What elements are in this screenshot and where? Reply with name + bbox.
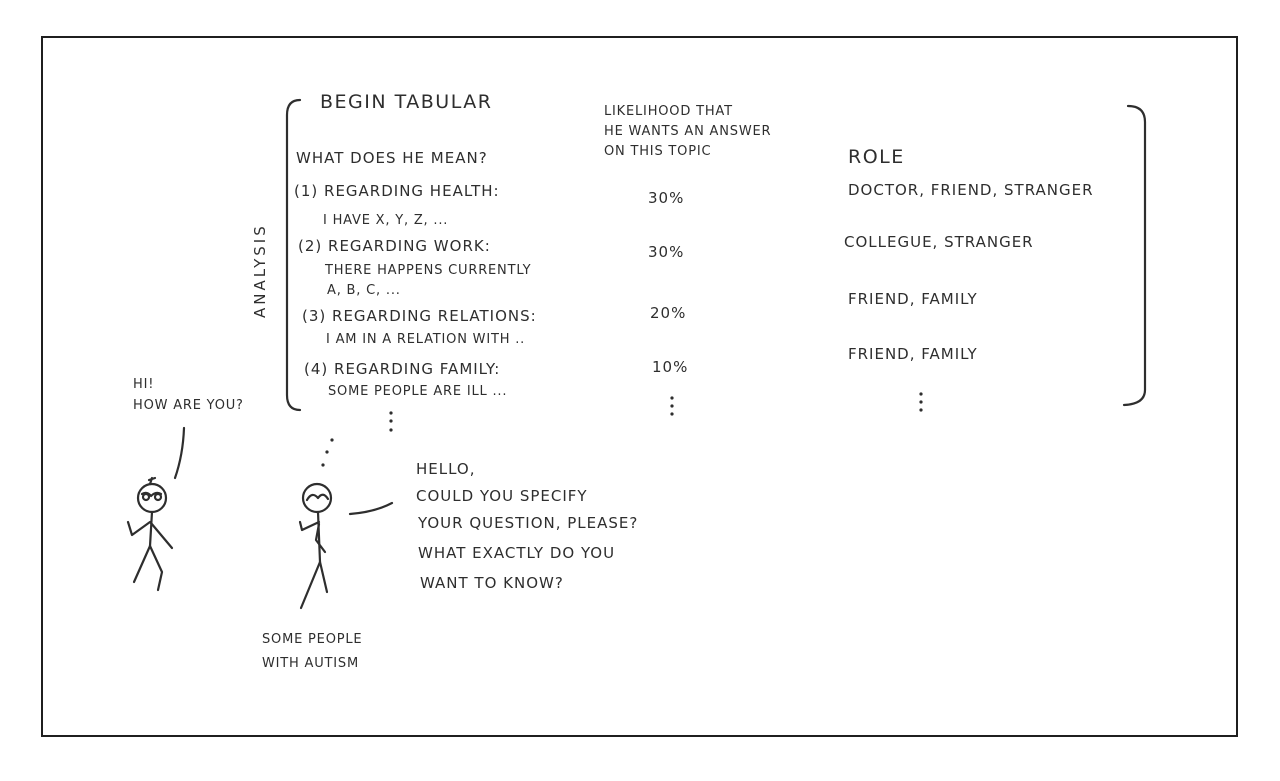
topic-work-detail-2: A, B, C, ...: [327, 283, 401, 298]
likelihood-health: 30%: [648, 189, 685, 207]
analysis-side-label: ANALYSIS: [251, 223, 269, 318]
begin-tabular-label: BEGIN TABULAR: [320, 91, 493, 113]
roles-relations: FRIEND, FAMILY: [848, 290, 978, 308]
left-stick-figure: [126, 426, 186, 592]
right-speech-line-1: HELLO,: [416, 460, 476, 478]
likelihood-header-line-1: LIKELIHOOD THAT: [604, 104, 733, 119]
right-speech-line-2: COULD YOU SPECIFY: [416, 487, 588, 505]
right-speech-line-5: WANT TO KNOW?: [420, 574, 564, 592]
likelihood-header-line-2: HE WANTS AN ANSWER: [604, 124, 772, 139]
caption-line-2: WITH AUTISM: [262, 656, 359, 671]
topic-relations-detail: I AM IN A RELATION WITH ..: [326, 332, 526, 347]
right-speech-line-4: WHAT EXACTLY DO YOU: [418, 544, 616, 562]
left-speech-line-2: HOW ARE YOU?: [133, 398, 244, 413]
likelihood-relations: 20%: [650, 304, 687, 322]
topic-work-detail: THERE HAPPENS CURRENTLY: [325, 263, 532, 278]
topic-family-detail: SOME PEOPLE ARE ILL ...: [328, 384, 508, 399]
right-speech-line-3: YOUR QUESTION, PLEASE?: [418, 514, 639, 532]
topic-work: (2) REGARDING WORK:: [298, 237, 491, 255]
question-header: WHAT DOES HE MEAN?: [296, 149, 488, 167]
right-brace: [1122, 104, 1147, 407]
caption-line-1: SOME PEOPLE: [262, 632, 363, 647]
roles-health: DOCTOR, FRIEND, STRANGER: [848, 181, 1094, 199]
topic-relations: (3) REGARDING RELATIONS:: [302, 307, 537, 325]
right-stick-figure: [298, 482, 394, 610]
roles-family: FRIEND, FAMILY: [848, 345, 978, 363]
likelihood-family: 10%: [652, 358, 689, 376]
topic-health: (1) REGARDING HEALTH:: [294, 182, 500, 200]
likelihood-work: 30%: [648, 243, 685, 261]
topic-family: (4) REGARDING FAMILY:: [304, 360, 501, 378]
continuation-dots: [321, 392, 923, 467]
topic-health-detail: I HAVE X, Y, Z, ...: [323, 213, 449, 228]
left-speech-line-1: HI!: [133, 377, 155, 392]
roles-work: COLLEGUE, STRANGER: [844, 233, 1034, 251]
role-header: ROLE: [848, 146, 905, 168]
likelihood-header-line-3: ON THIS TOPIC: [604, 144, 712, 159]
